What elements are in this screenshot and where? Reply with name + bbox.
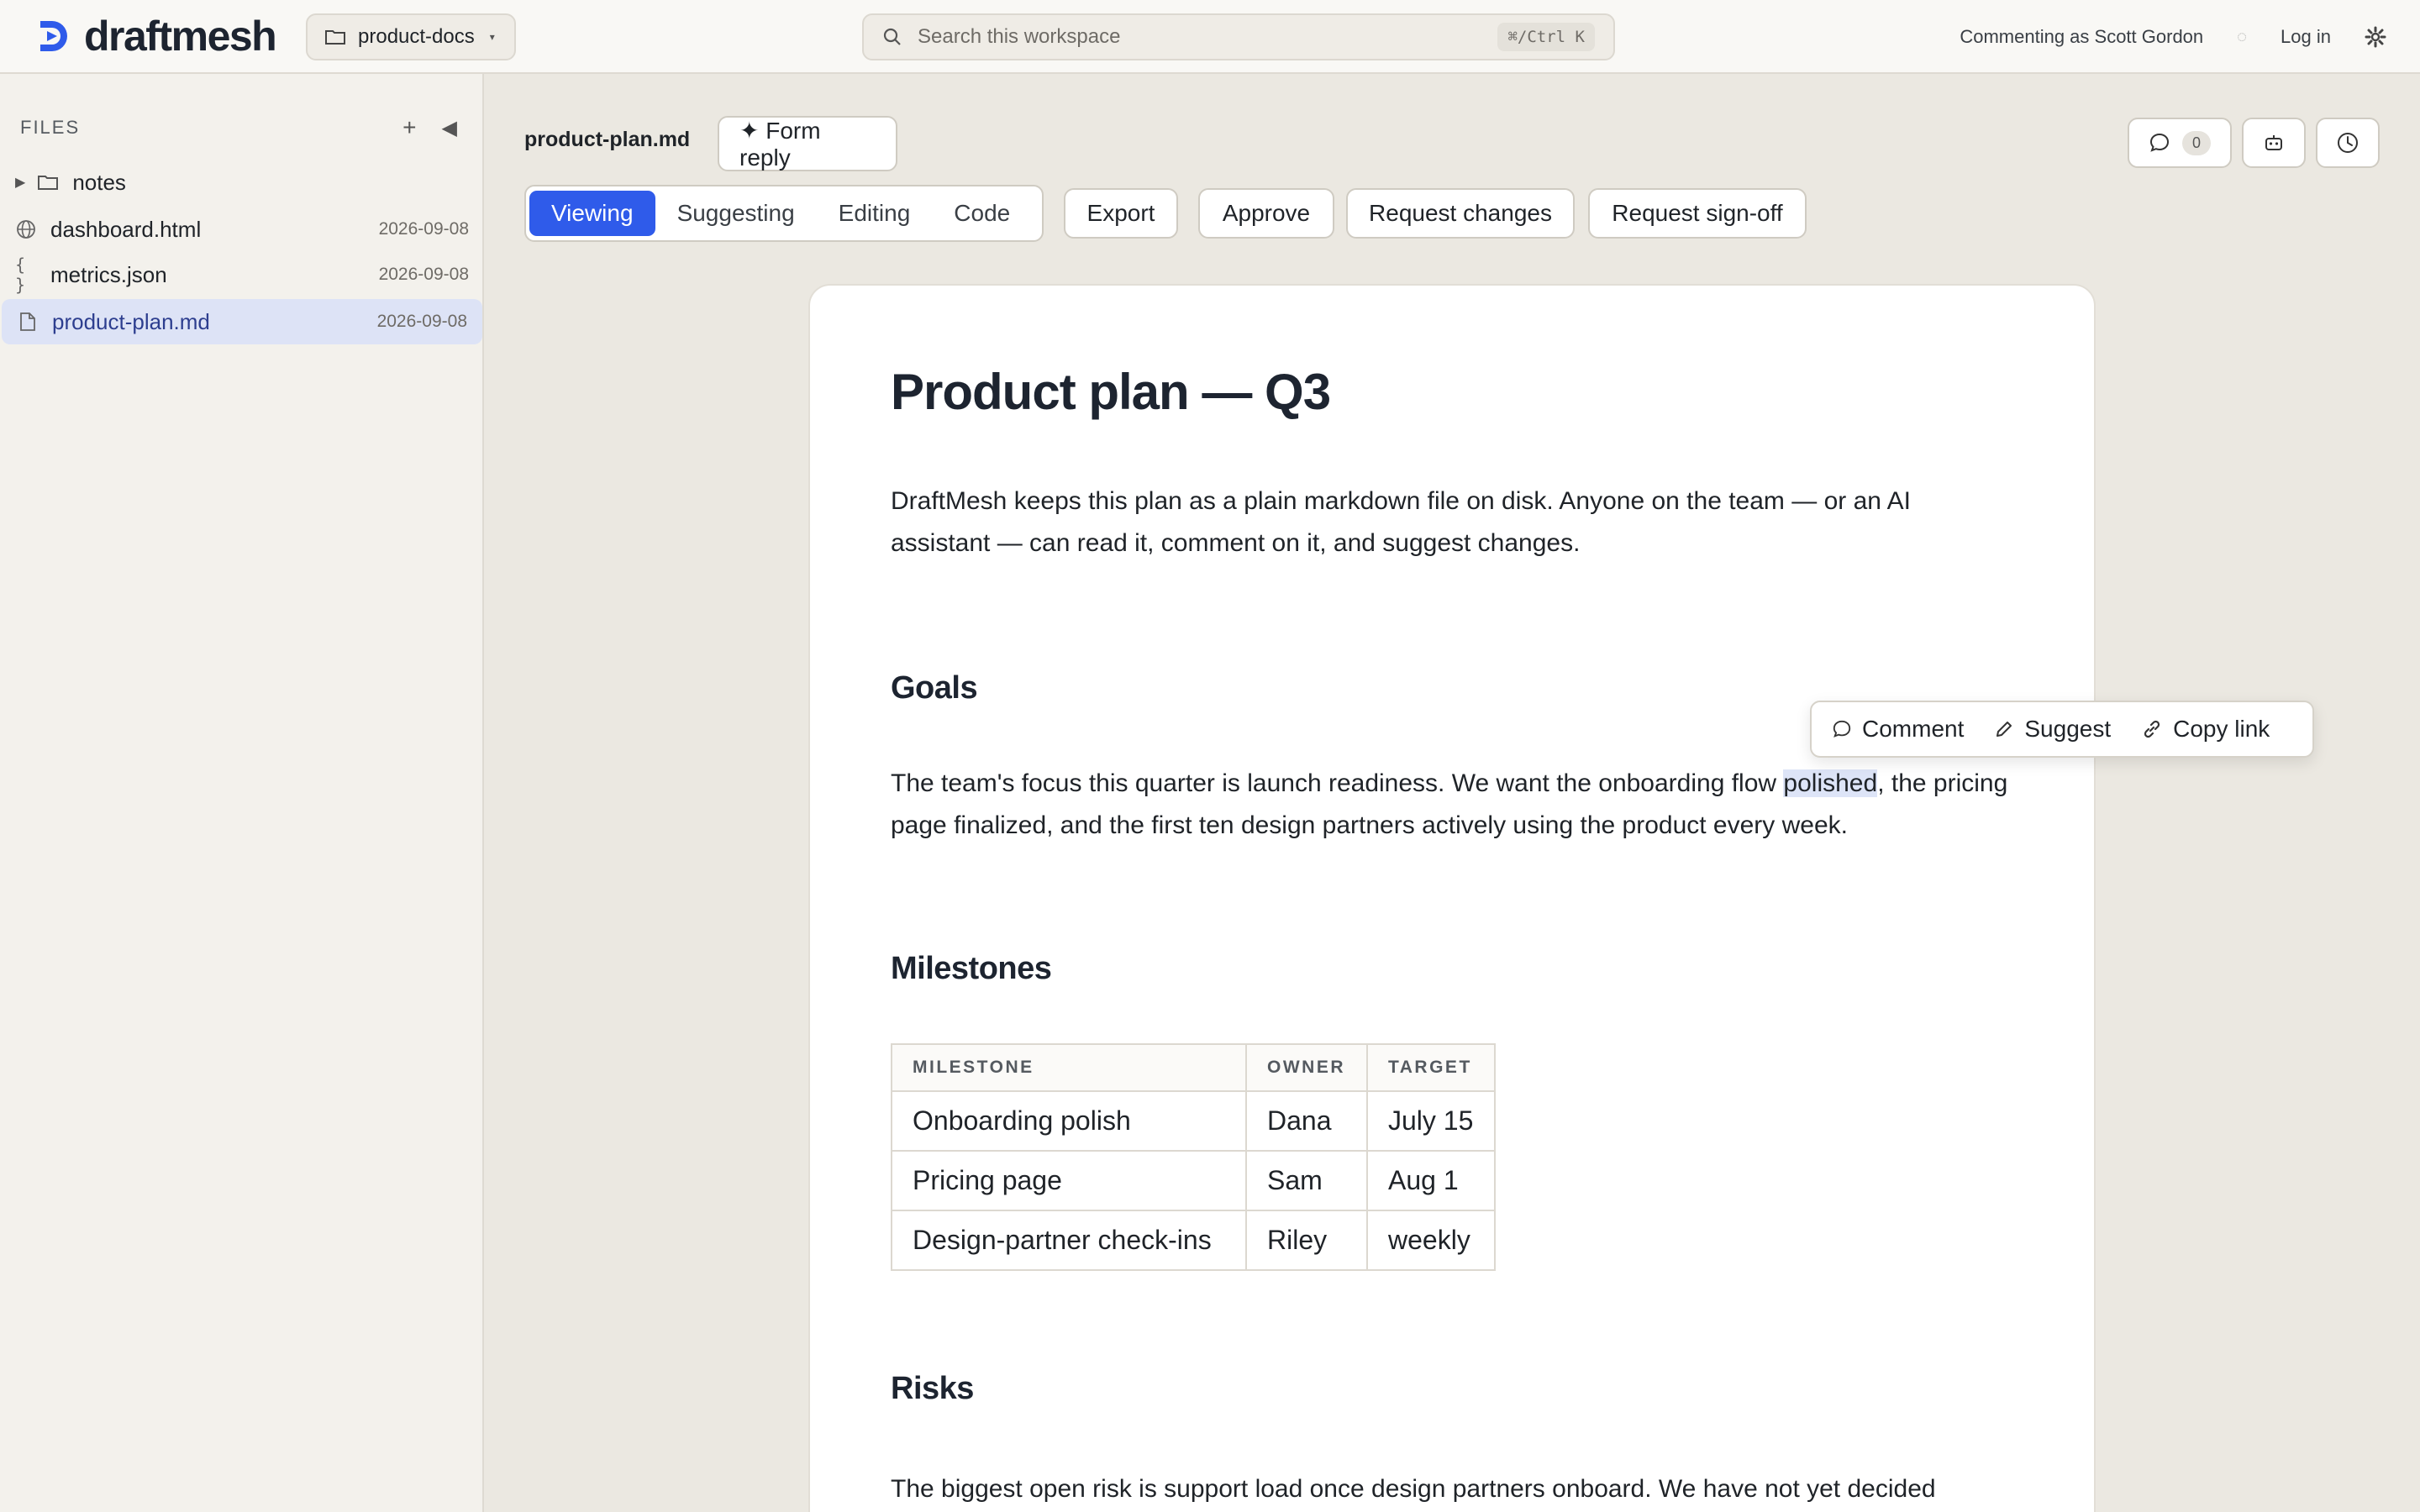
tab-suggesting[interactable]: Suggesting bbox=[655, 191, 817, 236]
table-cell: Riley bbox=[1245, 1210, 1368, 1271]
history-button[interactable] bbox=[2316, 118, 2380, 168]
tab-editing[interactable]: Editing bbox=[817, 191, 933, 236]
brand-logo[interactable]: draftmesh bbox=[32, 13, 277, 60]
expand-triangle-icon[interactable]: ▶ bbox=[15, 174, 25, 191]
sidebar-item-label: product-plan.md bbox=[52, 308, 210, 334]
comment-label: Comment bbox=[1862, 716, 1965, 742]
commenting-as: Commenting as Scott Gordon bbox=[1960, 26, 2204, 47]
table-cell: Design-partner check-ins bbox=[891, 1210, 1247, 1271]
pencil-icon bbox=[1996, 722, 2012, 737]
milestones-heading: Milestones bbox=[891, 951, 1052, 986]
copy-link-button[interactable]: Copy link bbox=[2128, 706, 2283, 753]
add-file-icon[interactable]: + bbox=[402, 114, 416, 141]
folder-icon bbox=[325, 30, 345, 45]
table-row: Onboarding polish Dana July 15 bbox=[891, 1090, 1496, 1152]
chevron-down-icon: ▾ bbox=[489, 31, 495, 43]
doc-intro-paragraph: DraftMesh keeps this plan as a plain mar… bbox=[891, 487, 1911, 557]
table-cell: Dana bbox=[1245, 1090, 1368, 1152]
globe-icon bbox=[15, 218, 37, 240]
sidebar-item-label: dashboard.html bbox=[50, 216, 202, 242]
file-icon bbox=[17, 311, 39, 333]
comment-count-badge: 0 bbox=[2181, 130, 2211, 155]
draftmesh-logo-icon bbox=[40, 21, 67, 51]
link-icon bbox=[2144, 720, 2160, 738]
approve-button[interactable]: Approve bbox=[1198, 188, 1334, 239]
tab-viewing[interactable]: Viewing bbox=[529, 191, 655, 236]
search-input[interactable]: Search this workspace ⌘/Ctrl K bbox=[862, 13, 1615, 60]
sidebar-item-product-plan[interactable]: product-plan.md 2026-09-08 bbox=[2, 299, 482, 344]
request-signoff-button[interactable]: Request sign-off bbox=[1588, 188, 1807, 239]
mode-switcher: Viewing Suggesting Editing Code bbox=[524, 185, 1044, 242]
collapse-sidebar-icon[interactable]: ◀ bbox=[442, 116, 457, 140]
sidebar-item-dashboard[interactable]: dashboard.html 2026-09-08 bbox=[0, 207, 484, 252]
table-cell: Aug 1 bbox=[1366, 1150, 1496, 1211]
copy-link-label: Copy link bbox=[2173, 716, 2270, 742]
column-header: OWNER bbox=[1245, 1043, 1368, 1092]
risks-heading: Risks bbox=[891, 1371, 974, 1406]
sidebar-item-label: metrics.json bbox=[50, 261, 167, 287]
search-shortcut: ⌘/Ctrl K bbox=[1497, 23, 1595, 51]
form-reply-button[interactable]: ✦ Form reply bbox=[718, 116, 897, 171]
comment-icon bbox=[1833, 720, 1851, 738]
tab-code[interactable]: Code bbox=[932, 191, 1032, 236]
table-cell: July 15 bbox=[1366, 1090, 1496, 1152]
suggest-label: Suggest bbox=[2024, 716, 2112, 742]
risks-paragraph: The biggest open risk is support load on… bbox=[891, 1475, 1936, 1503]
column-header: TARGET bbox=[1366, 1043, 1496, 1092]
suggest-button[interactable]: Suggest bbox=[1981, 706, 2124, 753]
search-placeholder: Search this workspace bbox=[918, 25, 1121, 48]
table-cell: Pricing page bbox=[891, 1150, 1247, 1211]
request-changes-button[interactable]: Request changes bbox=[1346, 188, 1575, 239]
selected-text[interactable]: polished bbox=[1783, 769, 1878, 797]
sidebar-item-metrics[interactable]: { } metrics.json 2026-09-08 bbox=[0, 252, 484, 297]
selection-popover: Comment Suggest Copy link bbox=[1810, 701, 2314, 758]
folder-icon bbox=[37, 171, 59, 193]
table-header-row: MILESTONE OWNER TARGET bbox=[891, 1043, 1496, 1092]
workspace-name: product-docs bbox=[358, 25, 475, 48]
gear-icon[interactable] bbox=[2365, 26, 2386, 48]
file-tree: ▶ notes dashboard.html 2026-09-08 { } me… bbox=[0, 160, 484, 344]
sidebar: FILES + ◀ ▶ notes dashboard.html 2026-09… bbox=[0, 74, 484, 1512]
comments-button[interactable]: 0 bbox=[2128, 118, 2232, 168]
file-date: 2026-09-08 bbox=[378, 265, 469, 284]
export-button[interactable]: Export bbox=[1064, 188, 1178, 239]
ai-assistant-button[interactable] bbox=[2242, 118, 2306, 168]
table-cell: Sam bbox=[1245, 1150, 1368, 1211]
table-row: Design-partner check-ins Riley weekly bbox=[891, 1210, 1496, 1271]
sidebar-item-notes[interactable]: ▶ notes bbox=[0, 160, 484, 205]
clock-icon bbox=[2338, 133, 2358, 153]
table-cell: Onboarding polish bbox=[891, 1090, 1247, 1152]
comment-button[interactable]: Comment bbox=[1818, 706, 1977, 753]
sync-status-icon: ◌ bbox=[2237, 27, 2248, 46]
brand-name: draftmesh bbox=[84, 13, 277, 60]
workspace-selector[interactable]: product-docs ▾ bbox=[306, 13, 516, 60]
file-date: 2026-09-08 bbox=[376, 312, 467, 331]
milestones-table: MILESTONE OWNER TARGET Onboarding polish… bbox=[891, 1043, 1496, 1271]
top-bar: draftmesh product-docs ▾ Search this wor… bbox=[0, 0, 2420, 74]
search-icon bbox=[883, 28, 901, 45]
braces-icon: { } bbox=[15, 255, 26, 295]
files-heading: FILES bbox=[20, 117, 81, 138]
goals-text: The team's focus this quarter is launch … bbox=[891, 769, 1784, 797]
table-cell: weekly bbox=[1366, 1210, 1496, 1271]
comment-icon bbox=[2149, 133, 2169, 152]
column-header: MILESTONE bbox=[891, 1043, 1247, 1092]
file-date: 2026-09-08 bbox=[378, 219, 469, 239]
login-link[interactable]: Log in bbox=[2281, 26, 2331, 48]
sidebar-item-label: notes bbox=[72, 169, 126, 195]
goals-paragraph: The team's focus this quarter is launch … bbox=[891, 763, 2017, 847]
table-row: Pricing page Sam Aug 1 bbox=[891, 1150, 1496, 1211]
goals-heading: Goals bbox=[891, 670, 978, 706]
document-card: Product plan — Q3 DraftMesh keeps this p… bbox=[808, 284, 2096, 1512]
doc-title: Product plan — Q3 bbox=[891, 364, 1331, 420]
current-file-name: product-plan.md bbox=[524, 128, 691, 151]
robot-icon bbox=[2265, 135, 2282, 150]
